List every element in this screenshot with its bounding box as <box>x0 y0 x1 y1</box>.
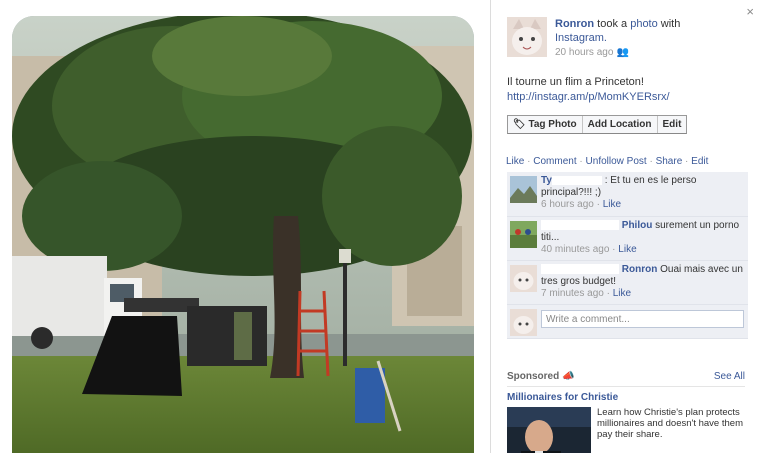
post-actions: Like · Comment · Unfollow Post · Share ·… <box>506 156 708 167</box>
photo-side-panel: × Ronron took a photo with Instagram. 20… <box>490 0 760 453</box>
viewer-avatar <box>510 309 537 336</box>
tag-photo-label: Tag Photo <box>528 119 577 130</box>
comment-time[interactable]: 7 minutes ago <box>541 288 604 299</box>
tag-photo-button[interactable]: 🏷 Tag Photo <box>508 116 583 133</box>
commenter-avatar[interactable] <box>510 265 537 292</box>
write-comment-row: Write a comment... <box>507 305 748 339</box>
action-text: took a <box>597 18 628 30</box>
sponsored-header: Sponsored 📣 See All <box>507 371 745 387</box>
comment-like-link[interactable]: Like <box>613 288 631 299</box>
app-link[interactable]: Instagram. <box>555 32 607 44</box>
ad-title-link[interactable]: Millionaires for Christie <box>507 392 745 403</box>
commenter-name[interactable]: Ty <box>541 175 552 186</box>
ad-body: Learn how Christie's plan protects milli… <box>507 407 745 453</box>
commenter-name[interactable]: Ronron <box>622 264 658 275</box>
comment-like-link[interactable]: Like <box>618 244 636 255</box>
comment-link[interactable]: Comment <box>533 156 576 167</box>
photo-stage <box>0 0 490 453</box>
ad-photo <box>507 407 591 453</box>
group-avatar-image <box>510 221 537 248</box>
commenter-name[interactable]: Philou <box>622 220 653 231</box>
comment-like-link[interactable]: Like <box>603 199 621 210</box>
share-link[interactable]: Share <box>656 156 683 167</box>
separator: · <box>527 156 531 167</box>
message-text: Il tourne un flim a Princeton! <box>507 76 644 88</box>
commenter-avatar[interactable] <box>510 221 537 248</box>
comment-list: Ty : Et tu en es le perso principal?!!! … <box>507 172 748 339</box>
with-text: with <box>660 18 681 30</box>
post-timestamp[interactable]: 20 hours ago <box>555 47 613 58</box>
photo-link[interactable]: photo <box>630 18 658 30</box>
close-icon[interactable]: × <box>746 4 754 19</box>
separator: · <box>685 156 689 167</box>
ad-image[interactable] <box>507 407 591 453</box>
unfollow-post-link[interactable]: Unfollow Post <box>586 156 647 167</box>
sponsored-label: Sponsored <box>507 371 560 382</box>
commenter-avatar[interactable] <box>510 176 537 203</box>
cat-avatar-image <box>510 265 537 292</box>
comment-item: Ty : Et tu en es le perso principal?!!! … <box>507 172 748 217</box>
edit-button[interactable]: Edit <box>658 116 687 133</box>
photo-action-buttons: 🏷 Tag Photo Add Location Edit <box>507 115 688 134</box>
post-header: Ronron took a photo with Instagram. 20 h… <box>555 17 745 60</box>
comment-item: Ronron Ouai mais avec un tres gros budge… <box>507 261 748 305</box>
ad-description: Learn how Christie's plan protects milli… <box>597 407 743 440</box>
tag-icon: 🏷 <box>513 119 526 130</box>
redacted-name <box>541 220 619 231</box>
post-message: Il tourne un flim a Princeton! http://in… <box>507 75 747 105</box>
cat-avatar-image <box>507 17 547 57</box>
comment-item: Philou surement un porno titi... 40 minu… <box>507 217 748 261</box>
sponsored-section: Sponsored 📣 See All Millionaires for Chr… <box>507 371 745 453</box>
redacted-name <box>551 175 602 185</box>
write-comment-input[interactable]: Write a comment... <box>541 310 744 328</box>
separator: · <box>579 156 583 167</box>
friends-icon[interactable]: 👥 <box>616 47 628 58</box>
instagram-photo[interactable] <box>12 16 474 453</box>
cat-avatar-image <box>510 309 537 336</box>
comment-time[interactable]: 6 hours ago <box>541 199 594 210</box>
owner-name-link[interactable]: Ronron <box>555 18 594 30</box>
landscape-avatar-image <box>510 176 537 203</box>
photo-scene <box>12 16 474 453</box>
comment-time[interactable]: 40 minutes ago <box>541 244 609 255</box>
instagram-url-link[interactable]: http://instagr.am/p/MomKYERsrx/ <box>507 91 670 103</box>
edit-link[interactable]: Edit <box>691 156 708 167</box>
megaphone-icon: 📣 <box>562 371 575 382</box>
see-all-link[interactable]: See All <box>714 371 745 382</box>
add-location-button[interactable]: Add Location <box>583 116 658 133</box>
redacted-name <box>541 264 619 275</box>
owner-avatar[interactable] <box>507 17 547 57</box>
separator: · <box>649 156 653 167</box>
like-link[interactable]: Like <box>506 156 524 167</box>
